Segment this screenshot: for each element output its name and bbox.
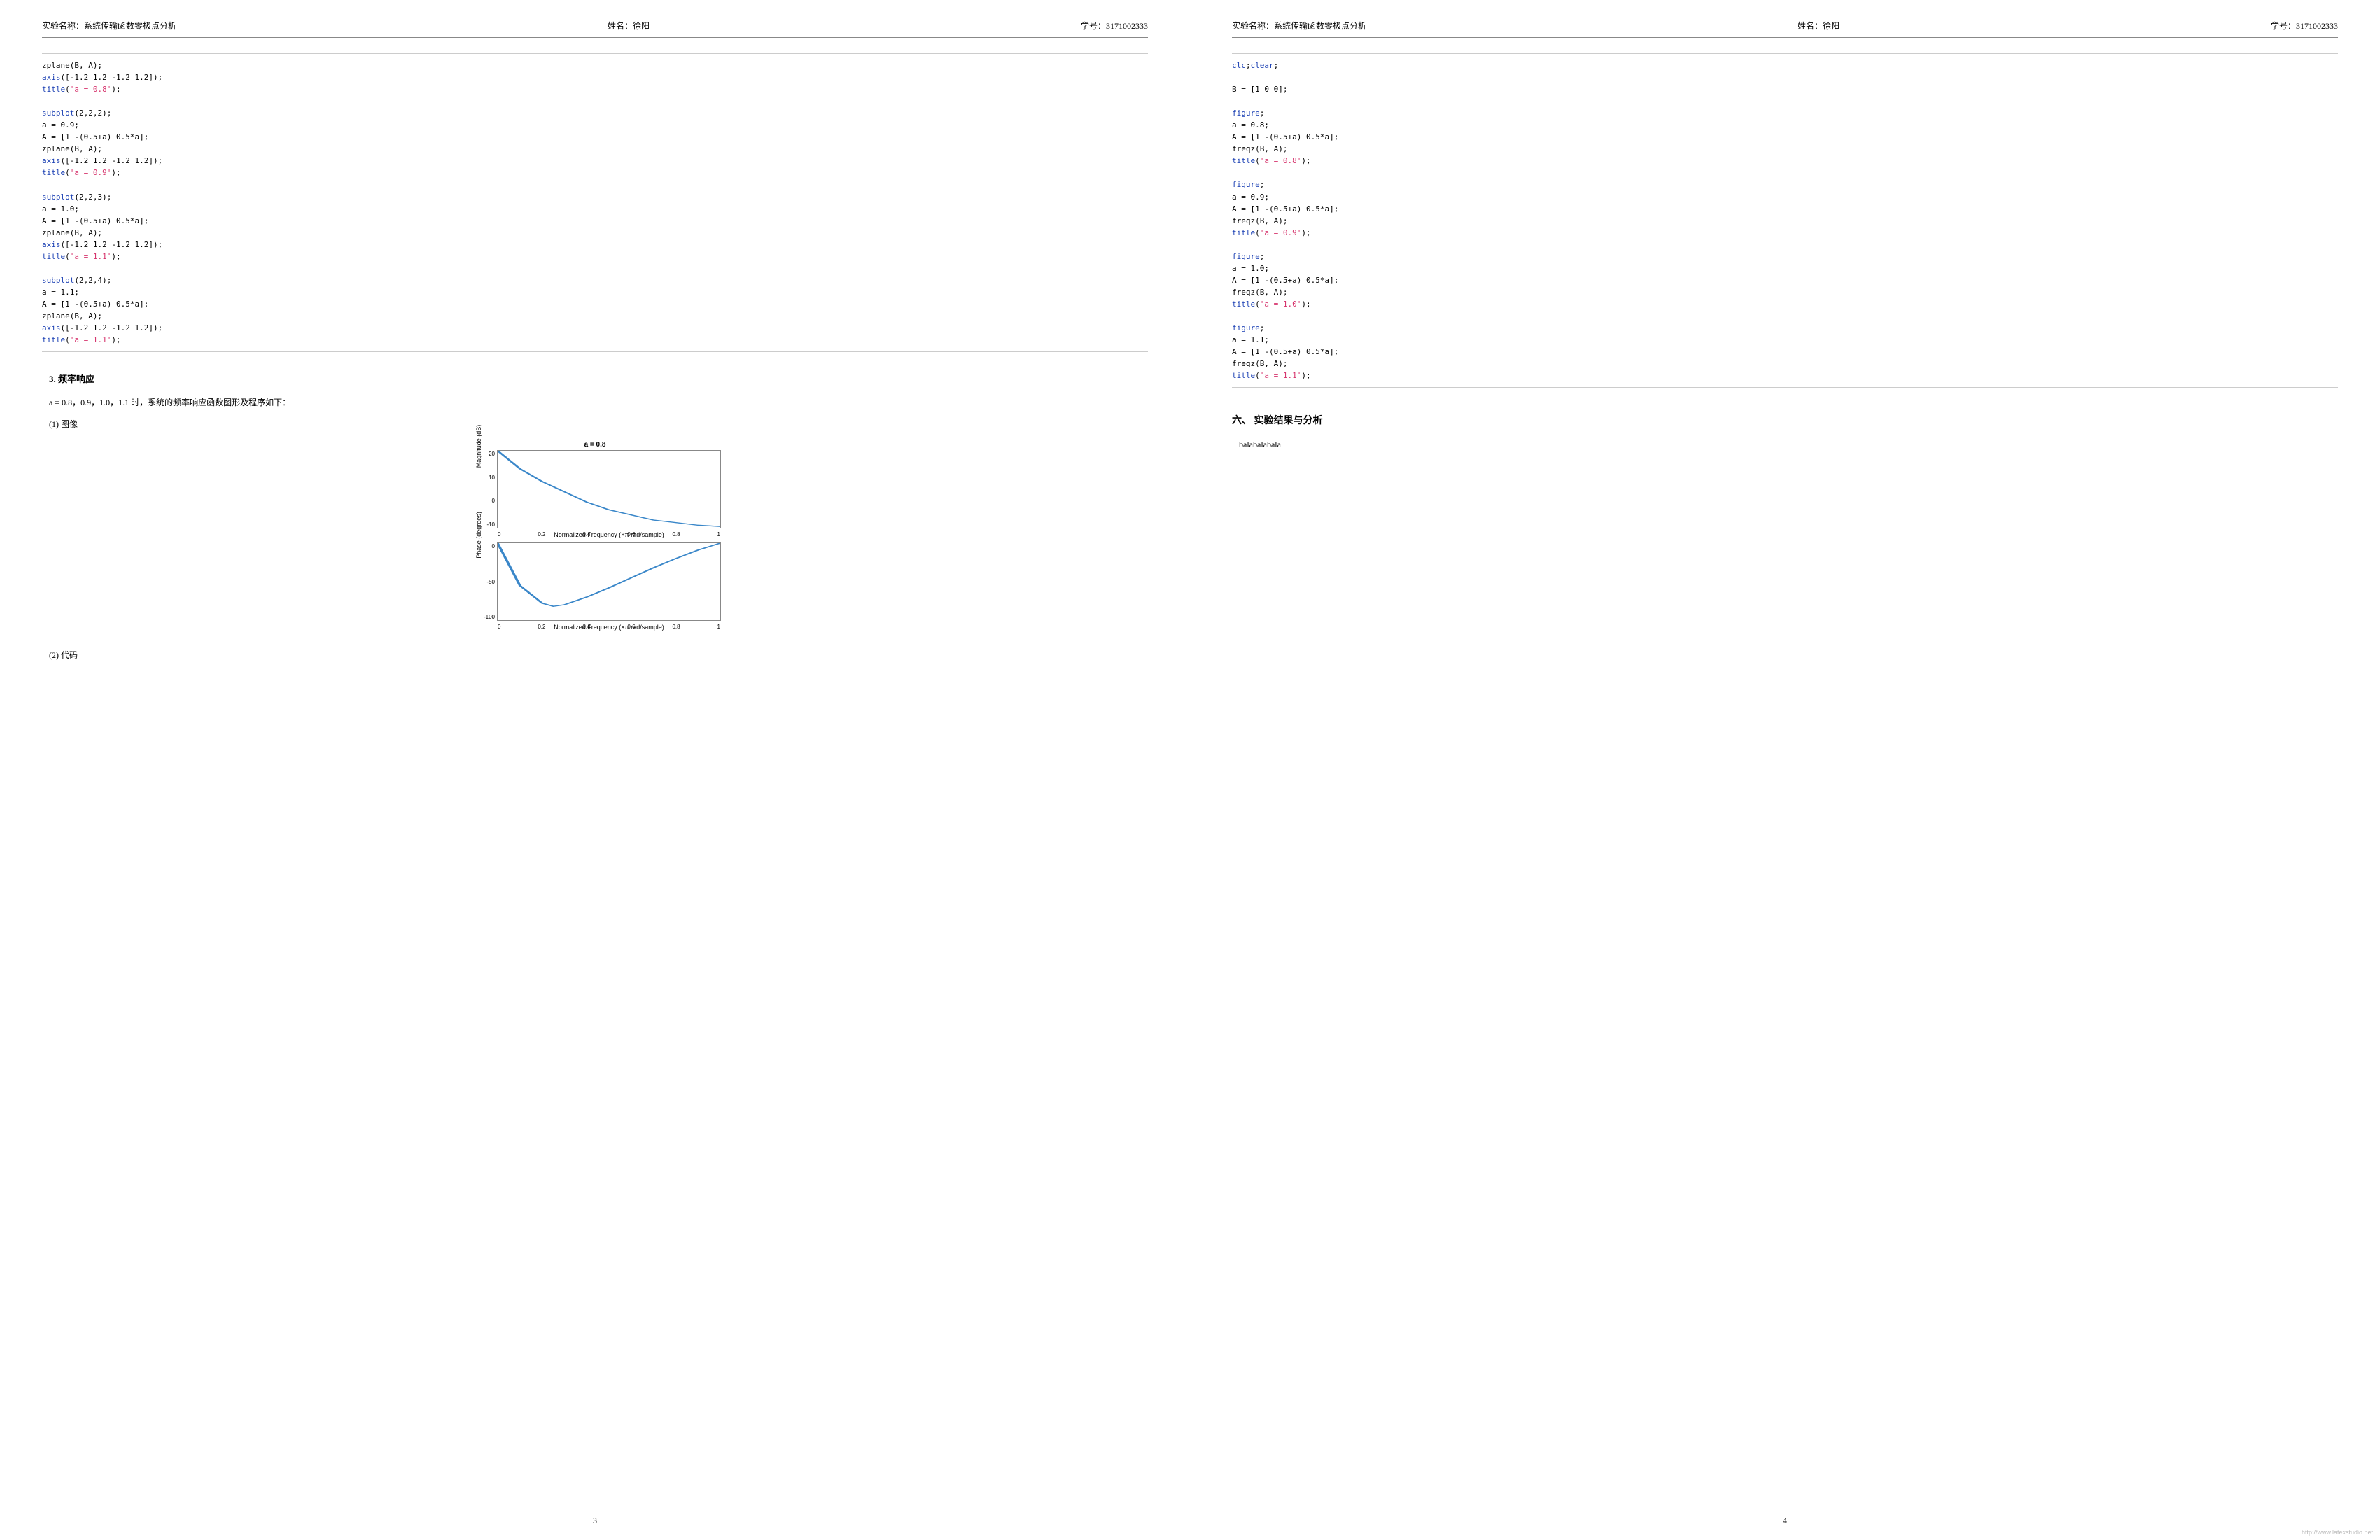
chart-container: a = 0.8 Magnitude (dB) 20100-10 00.20.40…: [42, 441, 1148, 635]
code-block-right: clc;clear; B = [1 0 0]; figure; a = 0.8;…: [1232, 53, 2338, 388]
xtick: 0.6: [627, 531, 635, 538]
ytick: 0: [478, 498, 495, 504]
xtick: 0.4: [582, 624, 590, 630]
phase-yticks: 0 -50 -100: [478, 543, 495, 620]
header-rule: [42, 37, 1148, 38]
item-1-image: (1) 图像: [49, 418, 1148, 430]
page-number-left: 3: [42, 1507, 1148, 1526]
header-name: 姓名：徐阳: [608, 20, 650, 31]
header-id: 学号：3171002333: [1081, 20, 1148, 31]
xtick: 0.8: [672, 624, 680, 630]
magnitude-line: [498, 451, 720, 528]
page-header-right: 实验名称：系统传输函数零极点分析 姓名：徐阳 学号：3171002333: [1232, 20, 2338, 31]
page-left: 实验名称：系统传输函数零极点分析 姓名：徐阳 学号：3171002333 zpl…: [0, 0, 1190, 1540]
magnitude-plot: Magnitude (dB) 20100-10 00.20.40.60.81: [497, 450, 721, 528]
xtick: 0.8: [672, 531, 680, 538]
section-3-heading: 3. 频率响应: [49, 372, 1148, 385]
xtick: 0: [498, 624, 500, 630]
phase-line: [498, 543, 720, 620]
page-right: 实验名称：系统传输函数零极点分析 姓名：徐阳 学号：3171002333 clc…: [1190, 0, 2380, 1540]
page-spread: 实验名称：系统传输函数零极点分析 姓名：徐阳 学号：3171002333 zpl…: [0, 0, 2380, 1540]
header-id: 学号：3171002333: [2271, 20, 2338, 31]
xtick: 0.6: [627, 624, 635, 630]
magnitude-xticks: 0 0.2 0.4 0.6 0.8 1: [498, 531, 720, 538]
freq-intro-text: a = 0.8，0.9，1.0，1.1 时，系统的频率响应函数图形及程序如下：: [49, 396, 1148, 408]
ytick: -100: [478, 614, 495, 620]
xtick: 0.2: [538, 531, 545, 538]
header-experiment: 实验名称：系统传输函数零极点分析: [42, 20, 176, 31]
chart-title: a = 0.8: [469, 441, 721, 449]
section-6-heading: 六、 实验结果与分析: [1232, 413, 2338, 427]
ytick: 10: [478, 475, 495, 481]
xtick: 0.2: [538, 624, 545, 630]
watermark-url: http://www.latexstudio.net: [2302, 1529, 2373, 1536]
page-header-left: 实验名称：系统传输函数零极点分析 姓名：徐阳 学号：3171002333: [42, 20, 1148, 31]
item-2-code: (2) 代码: [49, 649, 1148, 661]
chart-box: a = 0.8 Magnitude (dB) 20100-10 00.20.40…: [469, 441, 721, 635]
header-rule: [1232, 37, 2338, 38]
ytick: 20: [478, 451, 495, 457]
header-experiment: 实验名称：系统传输函数零极点分析: [1232, 20, 1366, 31]
page-number-right: 4: [1232, 1507, 2338, 1526]
placeholder-text: balabalabala: [1239, 440, 2338, 450]
code-block-left: zplane(B, A); axis([-1.2 1.2 -1.2 1.2]);…: [42, 53, 1148, 352]
xtick: 0.4: [582, 531, 590, 538]
xtick: 0: [498, 531, 500, 538]
phase-plot: Phase (degrees) 0-50-100 00.20.40.60.81: [497, 542, 721, 621]
phase-xticks: 0 0.2 0.4 0.6 0.8 1: [498, 624, 720, 630]
xtick: 1: [717, 531, 720, 538]
ytick: 0: [478, 543, 495, 550]
ytick: -50: [478, 579, 495, 585]
xtick: 1: [717, 624, 720, 630]
header-name: 姓名：徐阳: [1798, 20, 1840, 31]
